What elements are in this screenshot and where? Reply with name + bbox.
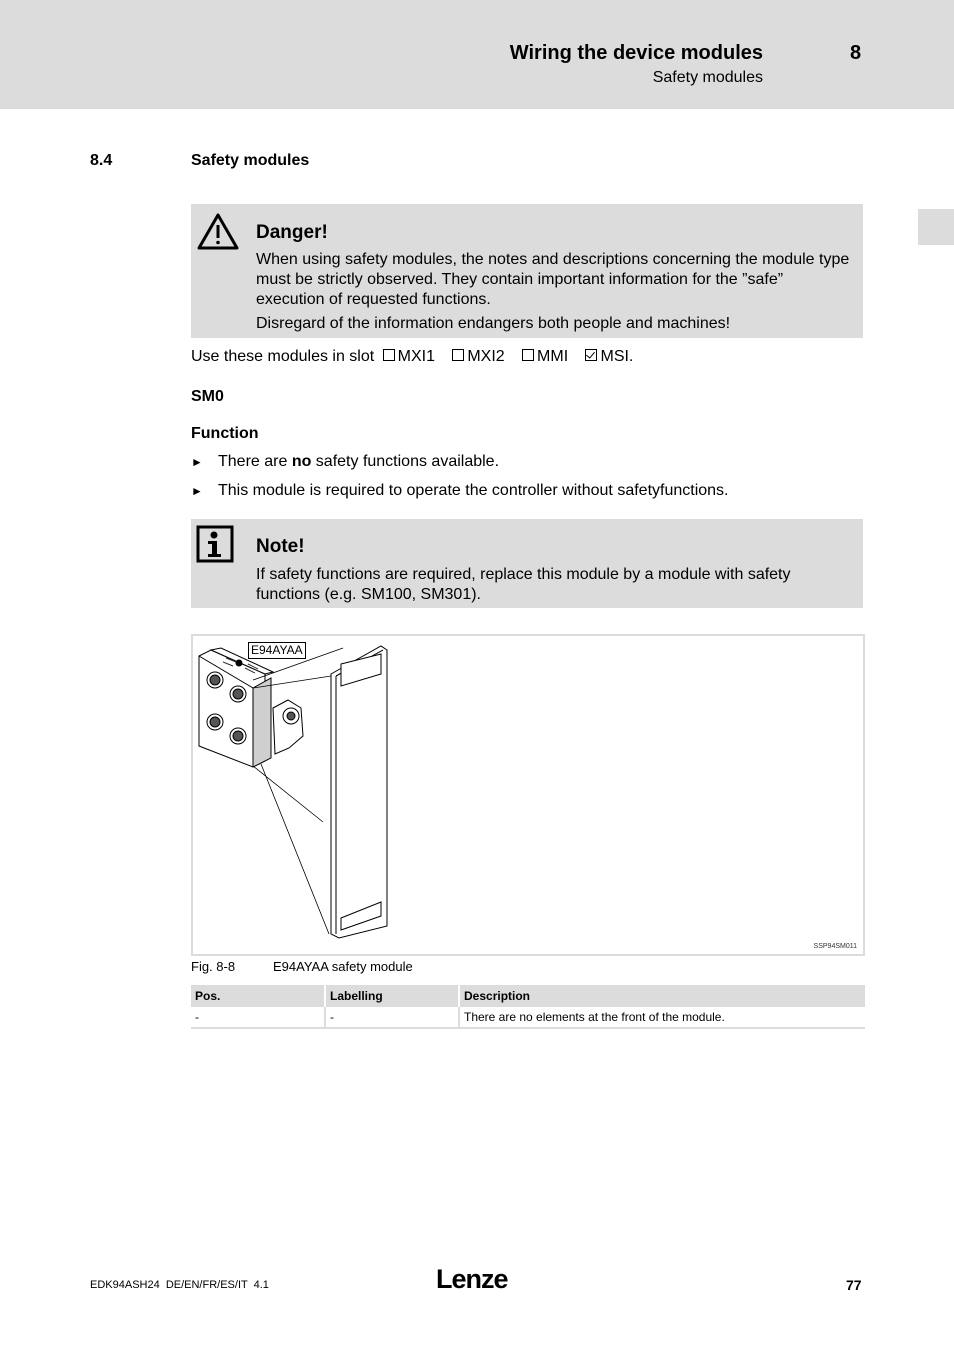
bullet-text: There are [218,453,292,470]
figure-caption-text: E94AYAA safety module [273,959,413,974]
checkbox-unchecked-icon [522,349,535,361]
bullet-bold-text: no [291,453,312,470]
checkbox-checked-icon [585,349,598,361]
figure-label: E94AYAA [248,642,306,659]
page-number: 77 [846,1277,862,1293]
warning-triangle-icon [196,212,240,257]
module-figure: E94AYAA SSP94SM011 [191,634,865,956]
slot-prefix: Use these modules in slot [191,348,375,365]
checkbox-unchecked-icon [382,349,395,361]
info-icon [196,525,234,568]
header-subtitle: Safety modules [652,69,763,86]
slot-mmi: MMI [537,348,569,365]
slot-usage-line: Use these modules in slot MXI1 MXI2 MMI … [191,348,633,366]
figure-caption-number: Fig. 8-8 [191,959,236,974]
module-illustration [198,645,388,939]
bullet-arrow-icon: ► [191,455,203,469]
checkbox-unchecked-icon [452,349,465,361]
note-text: If safety functions are required, replac… [256,566,791,603]
danger-text: When using safety modules, the notes and… [256,251,850,308]
lenze-logo: Lenze [436,1264,509,1294]
bullet-text: This module is required to operate the c… [218,482,729,499]
column-header-description: Description [459,985,865,1007]
list-item: ► This module is required to operate the … [191,482,729,500]
slot-mxi2: MXI2 [467,348,505,365]
table-header-row: Pos. Labelling Description [191,985,865,1007]
chapter-number: 8 [850,42,862,64]
cell-pos: - [191,1007,326,1029]
danger-text-2: Disregard of the information endangers b… [256,315,731,332]
danger-box: Danger! When using safety modules, the n… [191,204,863,338]
note-title: Note! [256,536,305,557]
section-title: Safety modules [191,152,310,169]
bullet-arrow-icon: ► [191,484,203,498]
danger-title: Danger! [256,222,328,243]
note-box: Note! If safety functions are required, … [191,519,863,608]
slot-msi: MSI. [600,348,634,365]
table-row: - - There are no elements at the front o… [191,1007,865,1029]
cell-description: There are no elements at the front of th… [459,1007,865,1029]
function-heading: Function [191,425,259,442]
chapter-side-tab [918,209,954,245]
section-number: 8.4 [90,152,113,169]
cell-labelling: - [325,1007,460,1029]
bullet-text: safety functions available. [311,453,500,470]
header-band [0,0,954,109]
document-id: EDK94ASH24 DE/EN/FR/ES/IT 4.1 [90,1279,269,1291]
column-header-labelling: Labelling [325,985,460,1007]
module-heading: SM0 [191,388,224,405]
spec-table: Pos. Labelling Description - - There are… [191,985,865,1029]
column-header-pos: Pos. [191,985,326,1007]
figure-code: SSP94SM011 [813,943,857,950]
header-title: Wiring the device modules [509,42,763,64]
list-item: ► There are no safety functions available… [191,453,499,471]
slot-mxi1: MXI1 [397,348,435,365]
